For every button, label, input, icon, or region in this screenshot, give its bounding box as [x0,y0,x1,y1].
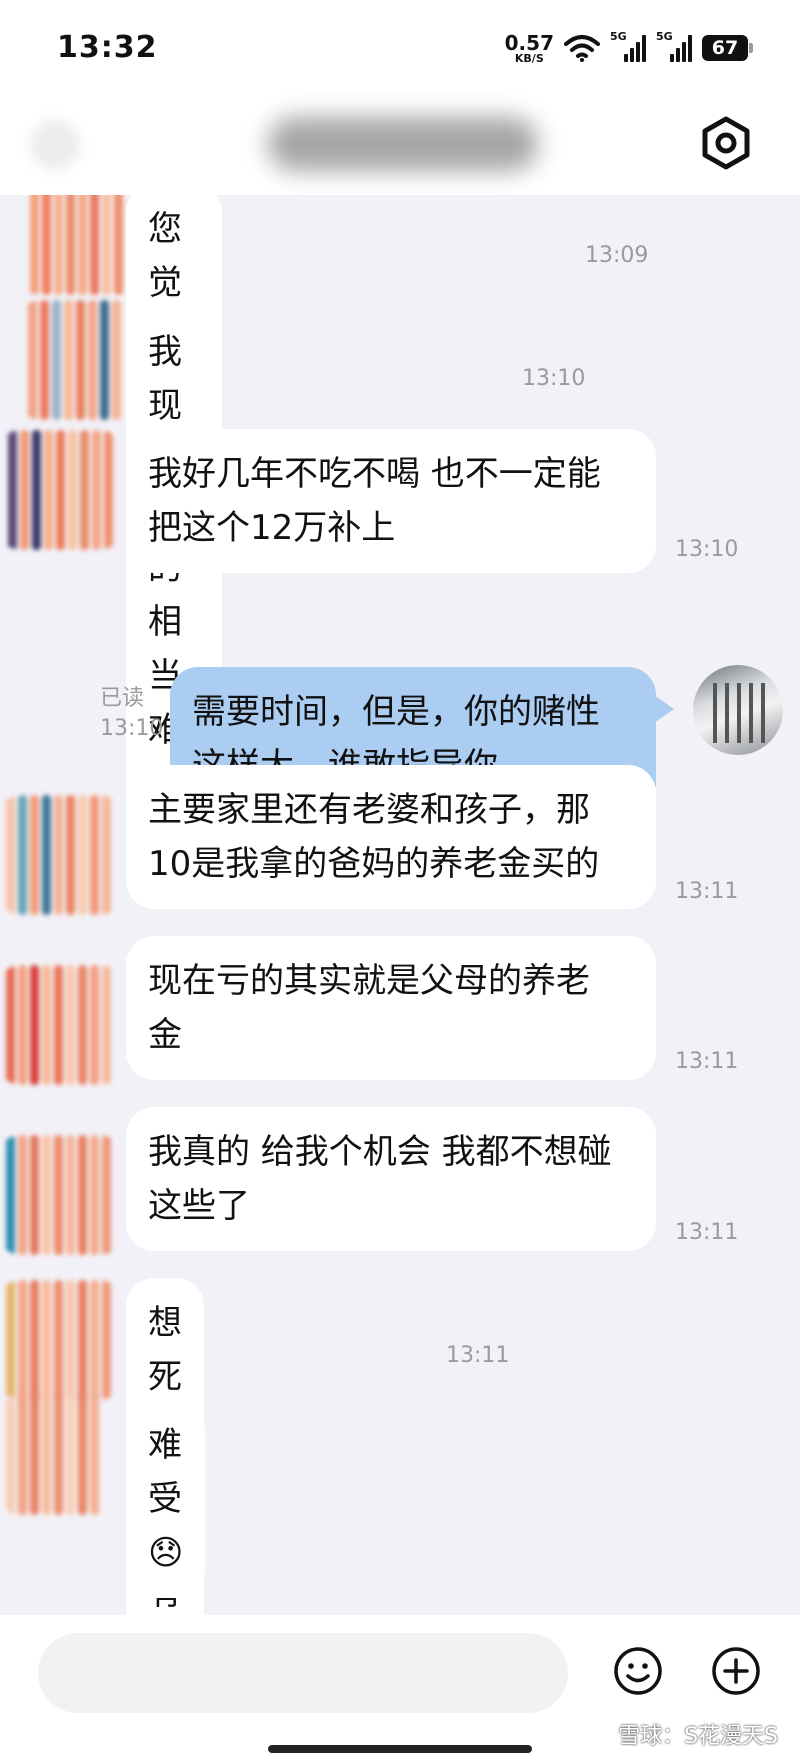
wifi-icon [564,35,600,62]
plus-icon[interactable] [710,1645,762,1697]
contact-avatar[interactable] [0,965,120,1085]
message-bubble[interactable]: 我真的 给我个机会 我都不想碰 这些了 [126,1107,656,1251]
sim1-network-type: 5G [610,30,627,43]
contact-avatar[interactable] [0,1135,120,1255]
contact-avatar[interactable] [0,795,120,915]
message-bubble[interactable]: 难受😞 [126,1400,206,1598]
message-time: 13:11 [446,1343,510,1368]
status-icons: 0.57 KB/S 5G 5G 67 [505,28,753,68]
contact-avatar[interactable] [20,195,140,295]
network-speed-unit: KB/S [514,51,544,65]
contact-avatar[interactable] [0,1280,120,1400]
bubble-tail [654,695,674,723]
network-speed: 0.57 KB/S [505,33,554,64]
message-time: 13:10 [100,716,164,741]
battery-icon: 67 [702,35,753,61]
message-time: 13:11 [675,879,739,904]
back-button[interactable] [30,120,80,170]
message-time: 13:10 [522,366,586,391]
contact-avatar[interactable] [20,300,140,420]
emoji-icon[interactable] [612,1645,664,1697]
read-status-label: 已读 [100,686,145,711]
status-bar: 13:32 0.57 KB/S 5G 5G 67 [0,0,800,95]
signal-sim2-icon: 5G [656,30,692,62]
home-indicator[interactable] [268,1745,532,1753]
network-speed-value: 0.57 [504,30,554,55]
message-time: 13:10 [675,537,739,562]
chat-title [268,117,538,171]
chat-header [0,95,800,195]
sim2-network-type: 5G [656,30,673,43]
watermark: 雪球：S花漫天S [618,1724,778,1749]
signal-sim1-icon: 5G [610,30,646,62]
message-bubble[interactable]: 主要家里还有老婆和孩子，那 10是我拿的爸妈的养老金买的 [126,765,656,909]
status-time: 13:32 [57,30,158,65]
contact-avatar[interactable] [0,430,120,550]
contact-avatar[interactable] [0,1395,120,1515]
my-avatar[interactable] [693,665,783,755]
message-bubble[interactable]: 现在亏的其实就是父母的养老 金 [126,936,656,1080]
message-list[interactable]: 您觉得万方能涨回来吗? 13:09 我现在真的 相当难受 13:10 我好几年不… [0,195,800,1615]
gear-icon[interactable] [696,113,756,173]
message-time: 13:11 [675,1220,739,1245]
message-input[interactable] [38,1633,568,1713]
read-status: 已读 13:10 [100,684,163,744]
message-time: 13:11 [675,1049,739,1074]
message-time: 13:09 [585,243,649,268]
message-bubble[interactable]: 我好几年不吃不喝 也不一定能 把这个12万补上 [126,429,656,573]
